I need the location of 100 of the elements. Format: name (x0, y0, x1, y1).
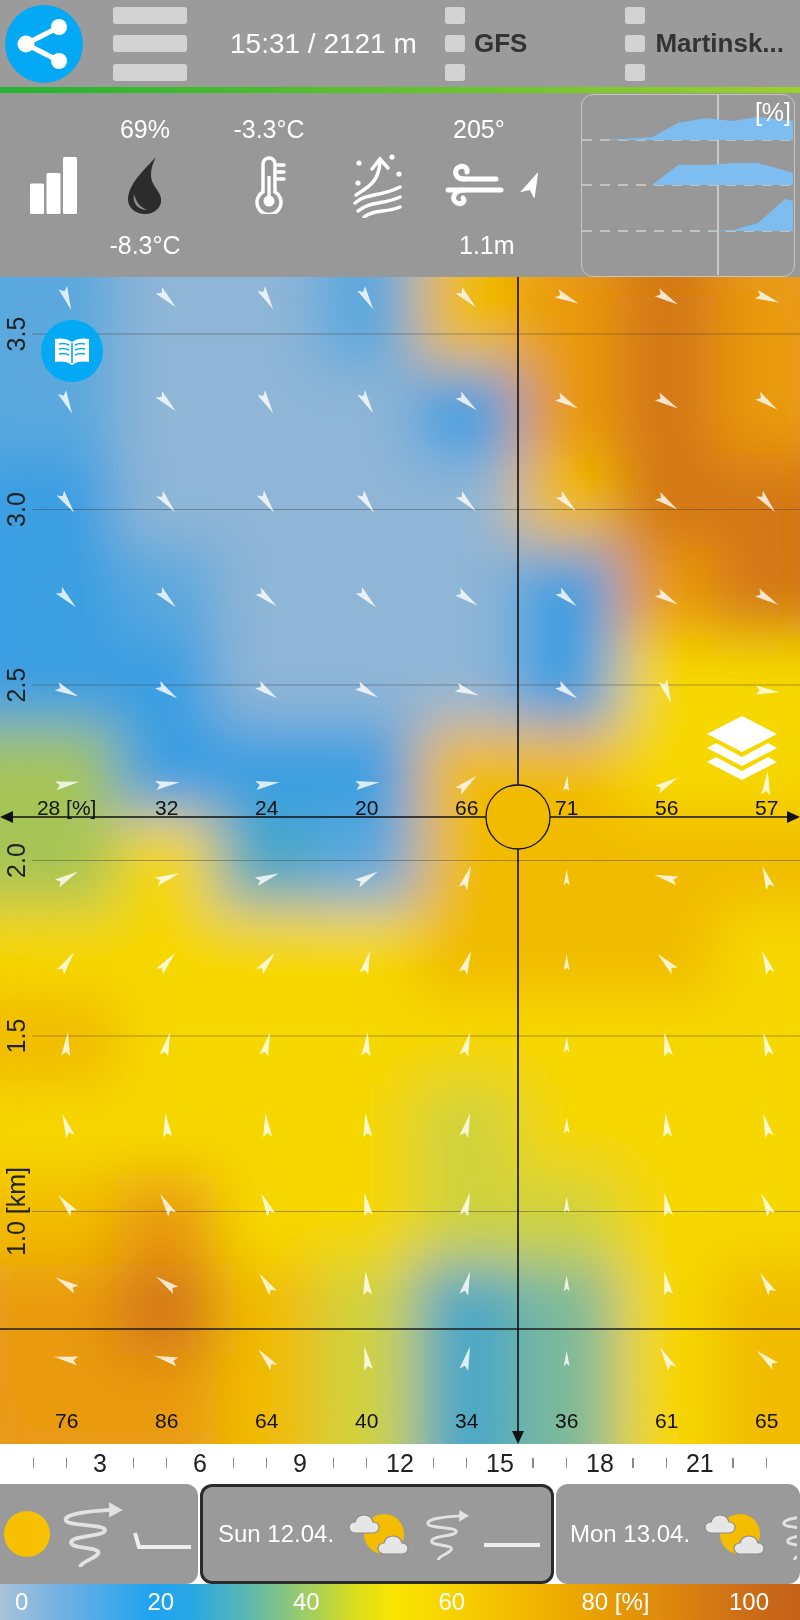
wind-arrow-icon (664, 1271, 673, 1296)
wind-arrow-icon (357, 286, 374, 310)
wind-arrow-icon (155, 781, 180, 790)
wind-arrow-icon (256, 953, 276, 975)
wind-arrow-icon (754, 588, 778, 605)
wind-arrow-icon (155, 587, 176, 608)
hour-label: 12 (386, 1450, 414, 1476)
altitude-label: 3.0 (2, 492, 30, 527)
layers-button[interactable] (706, 715, 778, 781)
wind-arrow-icon (56, 952, 75, 975)
wind-arrow-icon (455, 588, 478, 606)
wind-arrow-icon (255, 681, 278, 699)
wind-arrow-icon (760, 1272, 777, 1296)
location-button[interactable]: Martinsk... (625, 6, 785, 81)
wind-arrow-icon (756, 1350, 778, 1370)
hour-label: 15 (486, 1450, 514, 1476)
wind-direction-text: 205° (453, 114, 505, 145)
day-card[interactable]: Mon 13.04. (556, 1484, 800, 1584)
hour-label: 3 (93, 1450, 107, 1476)
menu-icon (113, 6, 187, 81)
wind-arrow-icon (258, 1349, 278, 1371)
value-label: 61 (655, 1409, 679, 1432)
wind-arrow-icon (55, 1277, 79, 1294)
unit-label: [%] (754, 98, 791, 126)
wind-arrow-icon (563, 775, 569, 792)
wind-arrow-icon (56, 490, 75, 513)
wind-arrow-icon (658, 679, 672, 704)
wind-arrow-icon (455, 391, 477, 411)
hour-label: 18 (586, 1450, 614, 1476)
wind-arrow-icon (155, 287, 176, 308)
book-icon (54, 337, 90, 365)
wind-arrow-icon (555, 587, 577, 607)
wind-arrow-icon (459, 1192, 471, 1217)
wind-arrow-icon (664, 1192, 673, 1217)
scale-label: 40 (292, 1587, 320, 1617)
value-label: 28 [%] (36, 796, 97, 819)
wind-arrow-icon (155, 391, 176, 412)
wind-arrow-icon (563, 1350, 570, 1367)
value-label: 34 (455, 1409, 479, 1432)
wind-arrow-icon (762, 950, 775, 975)
navigation-arrow-icon (520, 171, 539, 199)
wind-arrow-icon (763, 1032, 774, 1057)
wind-arrow-icon (259, 1032, 271, 1057)
altitude-label: 2.5 (2, 667, 30, 703)
value-label: 65 (755, 1409, 779, 1432)
thermometer-icon (252, 156, 286, 214)
wind-arrow-icon (554, 289, 579, 304)
value-label: 20 (355, 796, 379, 819)
scale-label: 0 (15, 1587, 29, 1617)
wind-arrow-icon (555, 681, 578, 699)
wind-arrow-icon (459, 1113, 471, 1138)
wind-arrow-icon (660, 1347, 677, 1371)
wind-arrow-icon (655, 492, 678, 510)
wind-arrow-icon (255, 587, 277, 607)
wind-arrow-icon (163, 1113, 173, 1138)
altitude-label: 1.5 (2, 1018, 30, 1054)
wind-arrow-icon (563, 1275, 570, 1292)
wind-arrow-icon (55, 781, 80, 791)
drop-icon (127, 156, 163, 214)
wind-arrow-icon (459, 1271, 471, 1296)
wind-arrow-icon (256, 490, 275, 513)
value-label: 24 (255, 796, 279, 819)
value-label: 40 (355, 1409, 379, 1432)
wind-arrow-icon (563, 1117, 570, 1134)
value-label: 71 (555, 796, 579, 819)
altitude-label: 3.5 (2, 316, 30, 352)
wind-arrow-icon (364, 1192, 373, 1217)
time-altitude-text: 15:31 / 2121 m (230, 26, 418, 61)
wind-arrow-icon (563, 869, 570, 886)
wind-arrow-icon (156, 490, 176, 512)
wind-value-text: 1.1m (459, 230, 515, 261)
wind-arrow-icon (455, 491, 476, 512)
wind-arrow-icon (156, 953, 176, 975)
wind-arrow-icon (54, 682, 79, 697)
wind-arrow-icon (455, 775, 477, 795)
model-button[interactable]: GFS (445, 6, 528, 81)
wind-arrow-icon (761, 771, 771, 796)
day-card[interactable] (0, 1484, 198, 1584)
wind-arrow-icon (159, 1032, 171, 1057)
value-label: 57 (755, 796, 779, 819)
dew-point-text: -8.3°C (109, 230, 181, 261)
wind-arrow-icon (761, 1193, 776, 1217)
wind-arrow-icon (755, 685, 780, 695)
wind-arrow-icon (257, 286, 274, 310)
wind-arrow-icon (255, 781, 280, 790)
wind-arrow-icon (754, 290, 779, 303)
wind-arrow-icon (563, 1196, 570, 1213)
share-icon (17, 17, 67, 70)
wind-arrow-icon (58, 1195, 78, 1217)
crosshair-ring-icon (485, 784, 551, 850)
value-label: 32 (155, 796, 179, 819)
wind-arrow-icon (755, 392, 778, 410)
wind-arrow-icon (654, 874, 679, 886)
wind-arrow-icon (355, 587, 376, 608)
day-card[interactable]: Sun 12.04. (200, 1484, 554, 1584)
wind-arrow-icon (364, 1346, 373, 1371)
wind-icon (444, 162, 504, 208)
wind-arrow-icon (354, 871, 378, 888)
wind-arrow-icon (459, 1032, 471, 1057)
menu-button[interactable] (113, 6, 187, 81)
